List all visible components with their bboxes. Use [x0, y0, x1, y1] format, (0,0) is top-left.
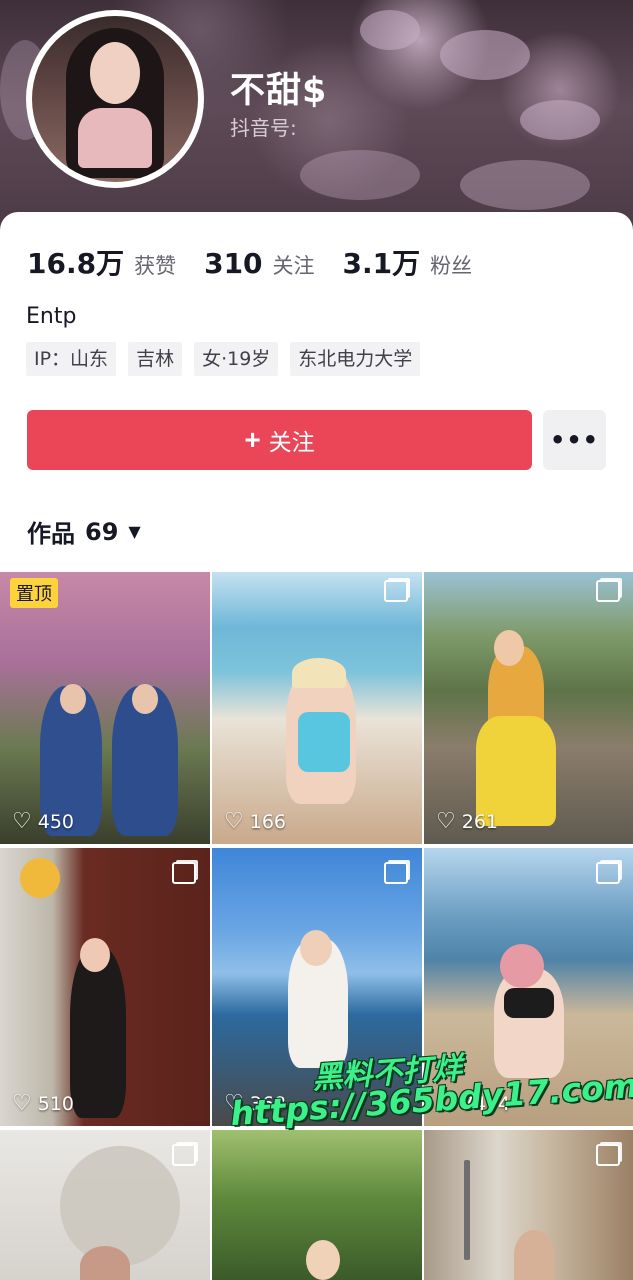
- stat-value: 3.1万: [342, 247, 421, 280]
- multi-image-icon: [596, 580, 620, 602]
- tag-ip-location: IP：山东: [26, 342, 117, 376]
- multi-image-icon: [384, 580, 408, 602]
- more-icon: •••: [549, 426, 600, 454]
- heart-icon: ♡: [224, 809, 244, 834]
- stat-value: 16.8万: [27, 247, 125, 280]
- multi-image-icon: [596, 862, 620, 884]
- avatar-image: [32, 16, 198, 182]
- stat-label: 关注: [272, 254, 315, 278]
- multi-image-icon: [172, 1144, 196, 1166]
- work-thumbnail[interactable]: [424, 1130, 633, 1280]
- stat-likes[interactable]: 16.8万 获赞: [27, 242, 176, 282]
- stat-following[interactable]: 310 关注: [204, 247, 314, 280]
- work-thumbnail[interactable]: ♡ 510: [0, 848, 210, 1126]
- tag-location: 吉林: [128, 342, 183, 376]
- multi-image-icon: [172, 862, 196, 884]
- stat-value: 310: [204, 247, 263, 280]
- profile-tags: IP：山东 吉林 女·19岁 东北电力大学: [26, 342, 432, 376]
- more-options-button[interactable]: •••: [543, 410, 606, 470]
- profile-card: 16.8万 获赞 310 关注 3.1万 粉丝 Entp IP：山东 吉林 女·…: [0, 212, 633, 572]
- stat-label: 获赞: [134, 254, 177, 278]
- work-thumbnail[interactable]: [212, 1130, 422, 1280]
- heart-icon: ♡: [12, 1091, 32, 1116]
- username: 不甜$: [230, 71, 328, 111]
- work-thumbnail[interactable]: [0, 1130, 210, 1280]
- multi-image-icon: [596, 1144, 620, 1166]
- tag-school[interactable]: 东北电力大学: [290, 342, 421, 376]
- follow-button[interactable]: + 关注: [27, 410, 532, 470]
- works-tab[interactable]: 作品 69 ▼: [27, 514, 141, 549]
- avatar[interactable]: [26, 10, 204, 188]
- pinned-badge: 置顶: [10, 578, 58, 608]
- like-count: ♡ 450: [12, 809, 74, 834]
- work-thumbnail[interactable]: ♡ 261: [424, 566, 633, 844]
- like-count: ♡ 510: [12, 1091, 74, 1116]
- like-count-value: 510: [37, 1092, 74, 1115]
- profile-stats: 16.8万 获赞 310 关注 3.1万 粉丝: [27, 242, 500, 282]
- multi-image-icon: [384, 862, 408, 884]
- follow-label: 关注: [268, 429, 315, 455]
- tag-gender-age: 女·19岁: [194, 342, 279, 376]
- like-count-value: 450: [37, 810, 74, 833]
- douyin-id-label: 抖音号:: [230, 116, 297, 140]
- like-count: ♡ 261: [436, 809, 498, 834]
- heart-icon: ♡: [12, 809, 32, 834]
- caret-down-icon: ▼: [128, 522, 141, 541]
- works-label: 作品: [27, 520, 75, 548]
- works-grid: 置顶 ♡ 450 ♡ 166 ♡ 261 ♡ 510 ♡ 368 ♡ 7404: [0, 566, 633, 1280]
- like-count-value: 166: [249, 810, 286, 833]
- work-thumbnail[interactable]: ♡ 166: [212, 566, 422, 844]
- stat-label: 粉丝: [430, 254, 473, 278]
- like-count-value: 261: [461, 810, 498, 833]
- like-count: ♡ 166: [224, 809, 286, 834]
- work-thumbnail[interactable]: 置顶 ♡ 450: [0, 566, 210, 844]
- plus-icon: +: [244, 424, 261, 455]
- heart-icon: ♡: [436, 809, 456, 834]
- works-count: 69: [85, 517, 119, 546]
- profile-bio: Entp: [26, 304, 77, 329]
- stat-followers[interactable]: 3.1万 粉丝: [343, 242, 473, 282]
